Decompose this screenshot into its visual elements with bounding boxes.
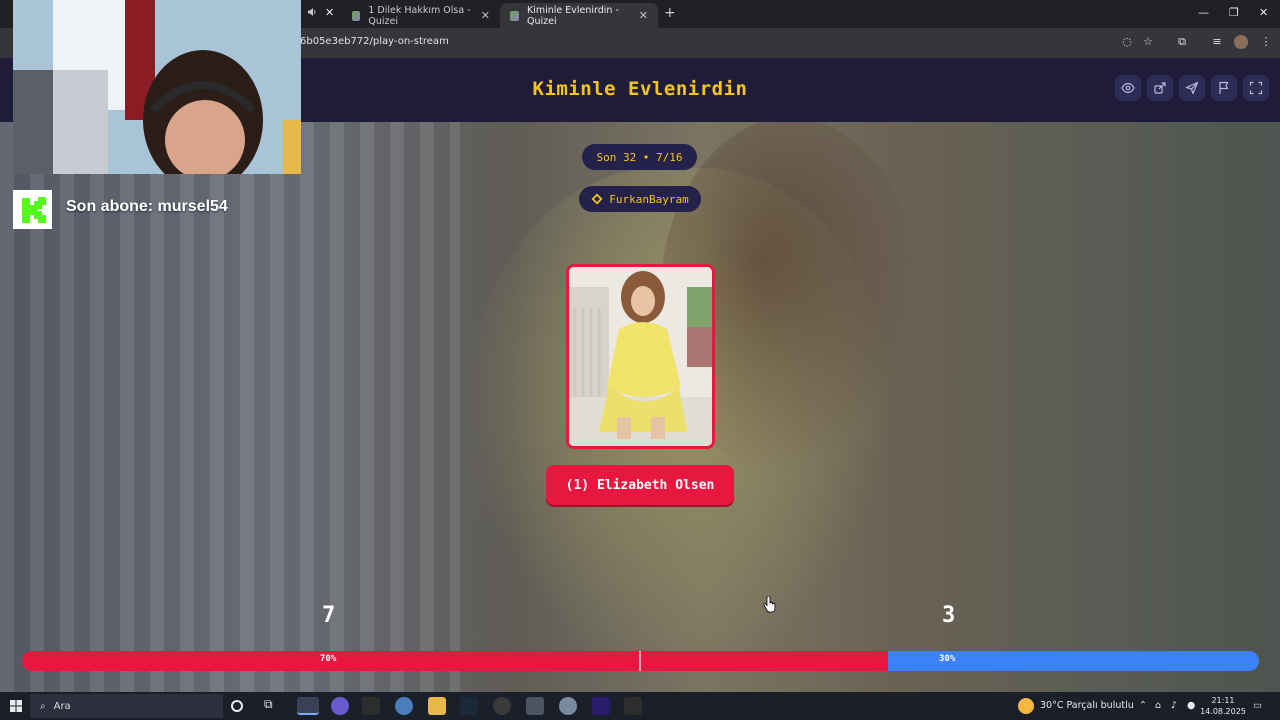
contestant-photo	[569, 267, 712, 446]
extensions-icon[interactable]: ⧉	[1175, 35, 1189, 49]
screen: { "browser": { "tabs": [ {"label": "1 Di…	[0, 0, 1280, 720]
restore-button[interactable]: ❐	[1229, 6, 1239, 19]
media-icon[interactable]: ≡	[1210, 35, 1224, 49]
weather-text[interactable]: 30°C Parçalı bulutlu	[1040, 700, 1134, 711]
favicon-icon	[352, 10, 361, 21]
close-icon[interactable]: ✕	[481, 9, 490, 22]
taskbar: ⌕ Ara ⧉ 30°C Parçalı bulutlu ⌃ ⌂ ♪ ● 21:…	[0, 692, 1280, 720]
webcam-image	[13, 0, 301, 174]
right-vote-count: 3	[942, 603, 956, 628]
weather-icon[interactable]	[1018, 698, 1034, 714]
obs-icon[interactable]	[493, 697, 511, 715]
epic-games-icon[interactable]	[362, 697, 380, 715]
choice-image-card[interactable]	[566, 264, 715, 449]
microphone-icon[interactable]: ●	[1187, 700, 1195, 711]
new-tab-button[interactable]: +	[664, 5, 676, 21]
eye-icon	[1121, 82, 1135, 94]
eye-off-icon[interactable]: ◌	[1120, 35, 1134, 49]
windows-start-icon[interactable]	[10, 700, 22, 712]
file-explorer-icon[interactable]	[428, 697, 446, 715]
url-text[interactable]: 6b05e3eb772/play-on-stream	[300, 36, 449, 47]
send-button[interactable]	[1179, 75, 1205, 101]
star-icon[interactable]: ☆	[1141, 35, 1155, 49]
app-icon[interactable]	[526, 697, 544, 715]
round-badge: Son 32 • 7/16	[582, 144, 697, 170]
menu-icon[interactable]: ⋮	[1259, 35, 1273, 49]
notifications-icon[interactable]: ▭	[1253, 700, 1262, 711]
kick-logo	[13, 190, 52, 229]
tab-dilek[interactable]: 1 Dilek Hakkım Olsa - Quizei ✕	[342, 3, 500, 28]
profile-avatar[interactable]	[1234, 35, 1248, 49]
left-vote-fill	[22, 651, 888, 671]
date: 14.08.2025	[1200, 707, 1246, 716]
tab-kiminle[interactable]: Kiminle Evlenirdin - Quizei ✕	[500, 3, 658, 28]
discord-icon[interactable]	[331, 697, 349, 715]
bar-midline	[639, 651, 641, 671]
cortana-icon[interactable]	[231, 700, 243, 712]
left-vote-count: 7	[322, 603, 336, 628]
user-badge: FurkanBayram	[579, 186, 701, 212]
choice-button[interactable]: (1) Elizabeth Olsen	[546, 465, 734, 505]
send-icon	[1185, 81, 1199, 95]
app-icon[interactable]	[559, 697, 577, 715]
search-placeholder: Ara	[53, 700, 71, 712]
chevron-up-icon[interactable]: ⌃	[1139, 700, 1147, 711]
right-percent-label: 30%	[939, 654, 956, 664]
username: FurkanBayram	[609, 192, 689, 206]
flag-button[interactable]	[1211, 75, 1237, 101]
tab-label: Kiminle Evlenirdin - Quizei	[526, 4, 619, 27]
volume-icon[interactable]: ♪	[1171, 700, 1177, 711]
close-icon[interactable]: ✕	[639, 9, 648, 22]
eye-button[interactable]	[1115, 75, 1141, 101]
diamond-icon	[591, 193, 603, 205]
task-view-icon[interactable]: ⧉	[264, 697, 282, 715]
window-close-button[interactable]: ✕	[1259, 6, 1268, 19]
last-subscriber-text: Son abone: mursel54	[66, 198, 228, 215]
premiere-icon[interactable]	[592, 697, 610, 715]
fullscreen-button[interactable]	[1243, 75, 1269, 101]
search-icon: ⌕	[40, 700, 46, 712]
flag-icon	[1219, 81, 1229, 94]
webcam-feed	[13, 0, 301, 174]
minimize-button[interactable]: —	[1198, 6, 1209, 19]
speaker-icon[interactable]	[307, 7, 317, 17]
left-percent-label: 70%	[320, 654, 337, 664]
clock[interactable]: 21:11 14.08.2025	[1198, 695, 1248, 717]
steam-icon[interactable]	[460, 697, 478, 715]
favicon-icon	[510, 10, 519, 21]
time: 21:11	[1211, 696, 1235, 705]
app-icon[interactable]	[395, 697, 413, 715]
taskbar-search[interactable]: ⌕ Ara	[30, 694, 223, 718]
vote-progress-bar: 70% 30%	[22, 651, 1259, 671]
epic-games-icon[interactable]	[624, 697, 642, 715]
hand-cursor-icon	[763, 596, 776, 613]
network-icon[interactable]: ⌂	[1155, 700, 1161, 711]
share-icon	[1154, 82, 1166, 94]
share-button[interactable]	[1147, 75, 1173, 101]
fullscreen-icon	[1249, 81, 1263, 95]
tab-label: 1 Dilek Hakkım Olsa - Quizei	[368, 4, 471, 27]
close-icon[interactable]: ✕	[325, 6, 334, 19]
chrome-icon[interactable]	[297, 697, 319, 715]
